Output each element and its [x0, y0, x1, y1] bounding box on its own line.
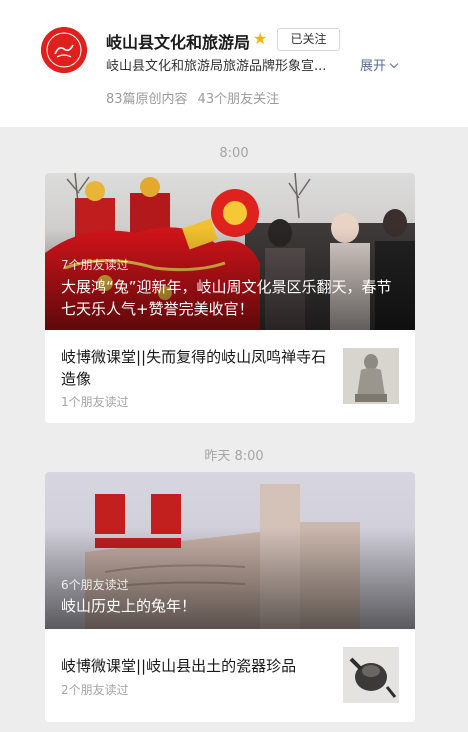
- article-title[interactable]: 岐博微课堂||岐山县出土的瓷器珍品: [61, 655, 331, 677]
- chevron-down-icon: [389, 59, 399, 69]
- friends-read-count: 7个朋友读过: [61, 258, 129, 272]
- timestamp: 8:00: [219, 146, 249, 161]
- friends-following: 43个朋友关注: [197, 92, 280, 107]
- account-stats: 83篇原创内容 43个朋友关注: [106, 88, 279, 107]
- star-icon: ★: [253, 29, 268, 48]
- article-cover-main[interactable]: 6个朋友读过 岐山历史上的兔年！: [45, 472, 415, 629]
- account-header: 岐山县文化和旅游局 ★ 已关注 岐山县文化和旅游局旅游品牌形象宣... 展开 8…: [0, 0, 468, 127]
- account-avatar[interactable]: [41, 27, 87, 73]
- article-title[interactable]: 岐山历史上的兔年！: [61, 595, 401, 617]
- article-thumbnail-porcelain: [343, 647, 399, 703]
- article-thumbnail-statue: [343, 348, 399, 404]
- original-count: 83篇原创内容: [106, 92, 188, 107]
- friends-read-count: 1个朋友读过: [61, 395, 129, 409]
- expand-button[interactable]: 展开: [360, 55, 399, 74]
- article-title[interactable]: 岐博微课堂||失而复得的岐山凤鸣禅寺石造像: [61, 346, 331, 390]
- article-title[interactable]: 大展鸿“兔”迎新年，岐山周文化景区乐翻天，春节七天乐人气+赞誉完美收官！: [61, 276, 401, 320]
- article-cover-main[interactable]: 7个朋友读过 大展鸿“兔”迎新年，岐山周文化景区乐翻天，春节七天乐人气+赞誉完美…: [45, 173, 415, 330]
- expand-label: 展开: [360, 59, 387, 74]
- follow-button[interactable]: 已关注: [277, 28, 340, 51]
- account-name[interactable]: 岐山县文化和旅游局: [106, 29, 250, 53]
- friends-read-count: 2个朋友读过: [61, 683, 129, 697]
- timestamp: 昨天 8:00: [204, 449, 264, 464]
- account-description: 岐山县文化和旅游局旅游品牌形象宣...: [106, 59, 327, 74]
- friends-read-count: 6个朋友读过: [61, 578, 129, 592]
